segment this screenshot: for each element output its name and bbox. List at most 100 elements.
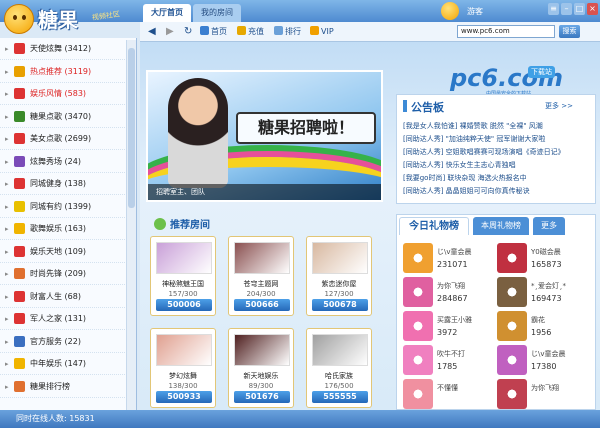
scrollbar-thumb[interactable]: [128, 48, 135, 208]
expand-icon[interactable]: ▸: [5, 38, 9, 60]
sidebar: ▸ 天使炫舞 (3412) ▸ 热点推荐 (3119) ▸ 娱乐风情 (583) ▸ 糖果点歌…: [0, 38, 137, 410]
room-card[interactable]: 苍穹主题网 204/300 500666: [228, 236, 294, 316]
announce-link[interactable]: [同助达人秀] 空姐歌唱赛赛可现场演唱《奇迹日记》: [403, 147, 593, 157]
sidebar-item[interactable]: ▸ 歌舞娱乐 (163): [0, 218, 136, 240]
sidebar-item[interactable]: ▸ 时尚先锋 (209): [0, 263, 136, 285]
expand-icon[interactable]: ▸: [5, 353, 9, 375]
expand-icon[interactable]: ▸: [5, 218, 9, 240]
expand-icon[interactable]: ▸: [5, 173, 9, 195]
sidebar-item[interactable]: ▸ 娱乐天地 (109): [0, 241, 136, 263]
sidebar-item[interactable]: ▸ 糖果排行榜: [0, 376, 136, 398]
sidebar-item-label: 美女点歌 (2699): [30, 134, 92, 143]
room-card[interactable]: 神秘煞魅王国 157/300 500006: [150, 236, 216, 316]
gift-user: 买露王小雅: [437, 316, 472, 324]
sidebar-item[interactable]: ▸ 天使炫舞 (3412): [0, 38, 136, 60]
sidebar-item[interactable]: ▸ 热点推荐 (3119): [0, 61, 136, 83]
sidebar-item[interactable]: ▸ 同城有约 (1399): [0, 196, 136, 218]
sidebar-item[interactable]: ▸ 中年娱乐 (147): [0, 353, 136, 375]
room-id: 501676: [234, 391, 290, 403]
expand-icon[interactable]: ▸: [5, 128, 9, 150]
gift-entry[interactable]: 不懂懂: [403, 379, 493, 409]
room-card[interactable]: 梦幻炫舞 138/300 500933: [150, 328, 216, 408]
tab-more-gifts[interactable]: 更多: [533, 217, 565, 235]
banner-caption: 招聘室主、团队: [148, 184, 381, 200]
expand-icon[interactable]: ▸: [5, 61, 9, 83]
gift-entry[interactable]: 买露王小雅 3972: [403, 311, 493, 347]
tab-hall[interactable]: 大厅首页: [143, 4, 191, 22]
expand-icon[interactable]: ▸: [5, 106, 9, 128]
room-name: 新天地娱乐: [243, 372, 279, 380]
sidebar-item[interactable]: ▸ 官方服务 (22): [0, 331, 136, 353]
recruit-banner[interactable]: 糖果招聘啦！ 招聘室主、团队: [146, 70, 383, 202]
sidebar-item[interactable]: ▸ 糖果点歌 (3470): [0, 106, 136, 128]
user-box[interactable]: 游客: [441, 2, 511, 22]
expand-icon[interactable]: ▸: [5, 286, 9, 308]
room-thumbnail: [312, 334, 368, 366]
maximize-icon[interactable]: □: [574, 3, 585, 15]
sidebar-item[interactable]: ▸ 军人之家 (131): [0, 308, 136, 330]
gift-entry[interactable]: じ\v童会晨 17380: [497, 345, 587, 381]
category-icon: [14, 110, 25, 122]
home-label: 首页: [211, 27, 227, 36]
status-bar: 同时在线人数: 15831: [0, 410, 600, 428]
toolbar: ◀ ▶ ↻ 首页 充值 排行 VIP www.pc6.com 搜索: [140, 22, 600, 42]
address-input[interactable]: www.pc6.com: [457, 25, 555, 38]
sidebar-item-label: 财富人生 (68): [30, 291, 81, 301]
expand-icon[interactable]: ▸: [5, 263, 9, 285]
expand-icon[interactable]: ▸: [5, 308, 9, 330]
expand-icon[interactable]: ▸: [5, 151, 9, 173]
announce-link[interactable]: [同助达人秀] 快乐女生主志心青独唱: [403, 160, 593, 170]
room-card[interactable]: 紫恋迷你屋 127/300 500678: [306, 236, 372, 316]
room-card[interactable]: 新天地娱乐 89/300 501676: [228, 328, 294, 408]
rank-button[interactable]: 排行: [274, 26, 301, 38]
sidebar-item[interactable]: ▸ 美女点歌 (2699): [0, 128, 136, 150]
refresh-icon[interactable]: ↻: [184, 26, 192, 38]
gift-entry[interactable]: 吹牛不打 1785: [403, 345, 493, 381]
room-thumbnail: [312, 242, 368, 274]
expand-icon[interactable]: ▸: [5, 331, 9, 353]
tab-my-room[interactable]: 我的房间: [193, 4, 241, 22]
expand-icon[interactable]: ▸: [5, 196, 9, 218]
sidebar-item-label: 糖果排行榜: [30, 381, 70, 391]
expand-icon[interactable]: ▸: [5, 83, 9, 105]
announce-link[interactable]: [同助达人秀] 晶晶姐姐可可向你真传秘诀: [403, 186, 593, 196]
room-thumbnail: [234, 242, 290, 274]
sidebar-item-label: 炫舞秀场 (24): [30, 156, 81, 166]
vip-button[interactable]: VIP: [310, 26, 334, 38]
sidebar-item[interactable]: ▸ 娱乐风情 (583): [0, 83, 136, 105]
gift-entry[interactable]: 为你飞翔 284867: [403, 277, 493, 313]
announce-link[interactable]: [我是女人我怕谁] 裸婚赞歌 脱然 "全裸" 风潮: [403, 121, 593, 131]
home-icon: [200, 26, 209, 35]
forward-icon[interactable]: ▶: [166, 26, 174, 38]
gift-entry[interactable]: Y0磁会晨 165873: [497, 243, 587, 279]
gift-icon: [403, 277, 433, 307]
gift-entry[interactable]: 为你飞翔: [497, 379, 587, 409]
search-button[interactable]: 搜索: [559, 25, 580, 38]
menu-icon[interactable]: ≡: [548, 3, 559, 15]
gift-entry[interactable]: じ\v童会晨 231071: [403, 243, 493, 279]
gift-entry[interactable]: 霸花 1956: [497, 311, 587, 347]
sidebar-item[interactable]: ▸ 炫舞秀场 (24): [0, 151, 136, 173]
close-icon[interactable]: ×: [587, 3, 598, 15]
sidebar-item[interactable]: ▸ 财富人生 (68): [0, 286, 136, 308]
announce-link[interactable]: [同助达人秀] "加油纯粹天使" 冠军谢谢大家啦: [403, 134, 593, 144]
room-card[interactable]: 哈氏家族 176/500 555555: [306, 328, 372, 408]
room-name: 哈氏家族: [325, 372, 353, 380]
sidebar-scrollbar[interactable]: [126, 40, 136, 410]
expand-icon[interactable]: ▸: [5, 241, 9, 263]
minimize-icon[interactable]: –: [561, 3, 572, 15]
tab-today-gifts[interactable]: 今日礼物榜: [399, 217, 469, 235]
sidebar-item-label: 官方服务 (22): [30, 336, 81, 346]
gift-entry[interactable]: *¸爱会灯¸* 169473: [497, 277, 587, 313]
sidebar-item[interactable]: ▸ 同城健身 (138): [0, 173, 136, 195]
tab-week-gifts[interactable]: 本周礼物榜: [473, 217, 529, 235]
announce-more-link[interactable]: 更多 >>: [545, 101, 573, 111]
vip-icon: [310, 26, 319, 35]
announce-link[interactable]: [我要go时尚] 联块杂现 海选火热报名中: [403, 173, 593, 183]
expand-icon[interactable]: ▸: [5, 376, 9, 398]
home-button[interactable]: 首页: [200, 26, 227, 38]
sidebar-item-label: 娱乐天地 (109): [30, 246, 87, 256]
room-id: 555555: [312, 391, 368, 403]
recharge-button[interactable]: 充值: [237, 26, 264, 38]
back-icon[interactable]: ◀: [148, 26, 156, 38]
